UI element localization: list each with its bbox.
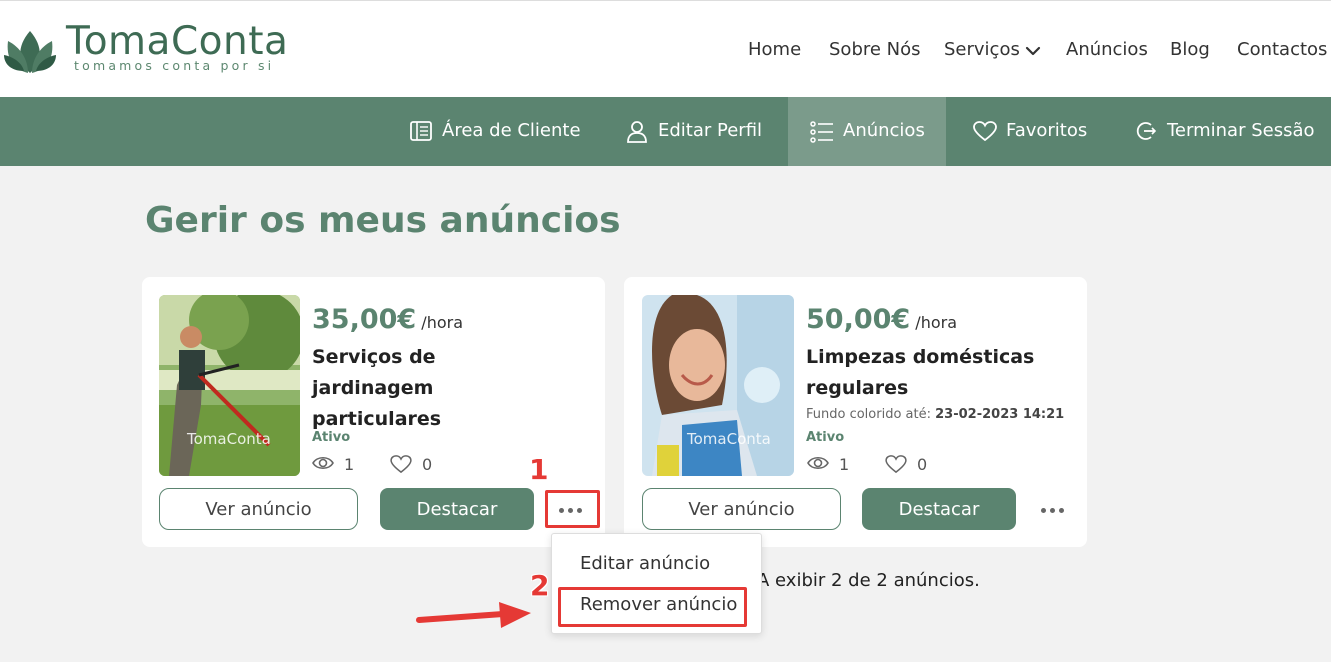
subnav-terminar-sessao[interactable]: Terminar Sessão [1136,119,1321,145]
subnav-label: Favoritos [1006,120,1088,141]
logout-icon [1136,122,1156,140]
price-value: 50,00€ [806,304,911,335]
step-number-2: 2 [530,569,550,602]
price-value: 35,00€ [312,304,417,335]
gardening-photo [159,295,300,476]
status-badge: Ativo [806,430,845,445]
nav-contactos[interactable]: Contactos [1237,39,1327,65]
dot [1041,508,1046,513]
view-ad-button[interactable]: Ver anúncio [159,488,358,530]
subnav-anuncios[interactable]: Anúncios [810,119,930,145]
views-count: 1 [839,455,850,474]
account-nav: Área de Cliente Editar Perfil Anúncios F… [0,97,1331,166]
ad-image-cleaning[interactable]: TomaConta [642,295,794,476]
highlight-ad-button[interactable]: Destacar [862,488,1016,530]
subnav-label: Área de Cliente [442,120,581,141]
subnav-label: Terminar Sessão [1167,120,1315,141]
favorites-stat: 0 [885,454,945,476]
dashboard-icon [410,121,432,141]
brand-tagline: tomamos conta por si [74,58,275,73]
heart-icon [885,455,907,473]
highlight-ad-button[interactable]: Destacar [380,488,534,530]
view-ad-button[interactable]: Ver anúncio [642,488,841,530]
listing-count: A exibir 2 de 2 anúncios. [757,570,980,591]
nav-blog[interactable]: Blog [1170,39,1210,65]
ad-price: 35,00€ /hora [312,304,463,335]
boost-info: Fundo colorido até: 23-02-2023 14:21 [806,407,1064,422]
price-unit: /hora [915,313,957,332]
price-unit: /hora [421,313,463,332]
highlight-box-remove [558,587,747,627]
ad-title[interactable]: Limpezas domésticas regulares [806,342,1056,404]
eye-icon [807,456,829,470]
logo[interactable]: TomaConta tomamos conta por si [4,17,304,77]
page-title: Gerir os meus anúncios [145,200,621,241]
step-number-1: 1 [529,453,549,486]
image-watermark: TomaConta [187,430,271,448]
cleaning-photo [642,295,794,476]
heart-icon [390,455,412,473]
eye-icon [312,456,334,470]
subnav-area-cliente[interactable]: Área de Cliente [410,119,581,145]
views-count: 1 [344,455,355,474]
chevron-down-icon[interactable] [1024,42,1042,60]
nav-home[interactable]: Home [748,39,801,65]
favorites-stat: 0 [390,454,450,476]
arrow-right-icon [416,602,531,628]
ad-card: TomaConta 50,00€ /hora Limpezas doméstic… [624,277,1087,547]
nav-anuncios[interactable]: Anúncios [1066,39,1148,65]
favorites-count: 0 [917,455,928,474]
heart-icon [973,121,997,141]
favorites-count: 0 [422,455,433,474]
user-icon [627,121,647,143]
list-icon [810,121,833,143]
ad-title[interactable]: Serviços de jardinagem particulares [312,342,562,435]
highlight-box-more-button [545,490,600,528]
boost-label: Fundo colorido até: [806,407,931,422]
subnav-label: Anúncios [843,120,925,141]
dot [1059,508,1064,513]
dot [1050,508,1055,513]
ad-price: 50,00€ /hora [806,304,957,335]
subnav-label: Editar Perfil [658,120,763,141]
boost-date: 23-02-2023 14:21 [935,407,1065,422]
leaf-logo-icon [4,31,56,73]
subnav-editar-perfil[interactable]: Editar Perfil [627,119,767,145]
ad-image-gardening[interactable]: TomaConta [159,295,300,476]
status-badge: Ativo [312,430,351,445]
more-options-button[interactable] [1028,493,1076,527]
subnav-favoritos[interactable]: Favoritos [973,119,1093,145]
edit-ad-menu-item[interactable]: Editar anúncio [580,553,710,574]
image-watermark: TomaConta [687,430,771,448]
views-stat: 1 [312,454,372,476]
views-stat: 1 [807,454,867,476]
ad-card: TomaConta 35,00€ /hora Serviços de jardi… [142,277,605,547]
nav-servicos[interactable]: Serviços [944,39,1020,65]
top-header: TomaConta tomamos conta por si Home Sobr… [0,0,1331,97]
nav-sobre-nos[interactable]: Sobre Nós [829,39,921,65]
